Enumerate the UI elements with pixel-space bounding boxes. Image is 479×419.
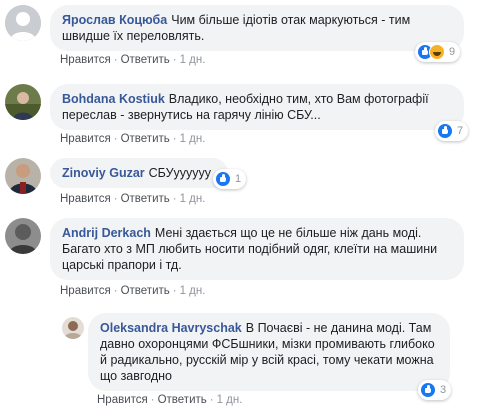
like-icon — [437, 123, 453, 139]
reaction-count: 3 — [440, 384, 447, 396]
comment-actions: Нравится · Ответить · 1 дн. — [60, 54, 206, 66]
avatar[interactable] — [5, 84, 41, 120]
reply-button[interactable]: Ответить — [121, 193, 170, 205]
comment-timestamp[interactable]: 1 дн. — [217, 394, 243, 406]
like-icon — [420, 382, 436, 398]
reaction-count: 9 — [449, 46, 456, 58]
comment-timestamp[interactable]: 1 дн. — [180, 193, 206, 205]
comment-bubble: Ярослав Коцюба Чим більше ідіотів отак ма… — [50, 5, 464, 51]
comment-timestamp[interactable]: 1 дн. — [180, 54, 206, 66]
comment-author[interactable]: Zinoviy Guzar — [62, 166, 145, 180]
like-button[interactable]: Нравится — [97, 394, 148, 406]
avatar[interactable] — [62, 317, 84, 339]
reply-button[interactable]: Ответить — [121, 133, 170, 145]
reaction-count: 1 — [235, 173, 242, 185]
reaction-summary[interactable]: 3 — [418, 380, 452, 400]
comment-timestamp[interactable]: 1 дн. — [180, 133, 206, 145]
like-button[interactable]: Нравится — [60, 133, 111, 145]
comment-bubble: Oleksandra Havryschak В Почаєві - не дани… — [88, 313, 450, 391]
reaction-summary[interactable]: 9 — [415, 42, 461, 62]
comment-author[interactable]: Ярослав Коцюба — [62, 13, 167, 27]
comment-actions: Нравится · Ответить · 1 дн. — [60, 193, 206, 205]
comment-bubble: Andrij Derkach Мені здається що це не біл… — [50, 218, 464, 280]
comment-text: СБУуууууу — [148, 166, 212, 180]
comment-author[interactable]: Oleksandra Havryschak — [100, 321, 242, 335]
avatar[interactable] — [5, 158, 41, 194]
comment-actions: Нравится · Ответить · 1 дн. — [97, 394, 243, 406]
comment-bubble: Bohdana Kostiuk Владико, необхідно тим, х… — [50, 84, 464, 130]
reaction-count: 7 — [457, 125, 464, 137]
reply-button[interactable]: Ответить — [158, 394, 207, 406]
avatar[interactable] — [5, 5, 41, 41]
comment-bubble: Zinoviy Guzar СБУуууууу — [50, 158, 228, 188]
comment-actions: Нравится · Ответить · 1 дн. — [60, 133, 206, 145]
reply-button[interactable]: Ответить — [121, 54, 170, 66]
comment-author[interactable]: Andrij Derkach — [62, 226, 151, 240]
reaction-summary[interactable]: 1 — [213, 169, 247, 189]
avatar[interactable] — [5, 218, 41, 254]
like-button[interactable]: Нравится — [60, 54, 111, 66]
like-button[interactable]: Нравится — [60, 285, 111, 297]
comment-actions: Нравится · Ответить · 1 дн. — [60, 285, 206, 297]
reaction-summary[interactable]: 7 — [435, 121, 469, 141]
comment-timestamp[interactable]: 1 дн. — [180, 285, 206, 297]
like-button[interactable]: Нравится — [60, 193, 111, 205]
reply-button[interactable]: Ответить — [121, 285, 170, 297]
like-icon — [215, 171, 231, 187]
comment-author[interactable]: Bohdana Kostiuk — [62, 92, 165, 106]
haha-icon — [429, 44, 445, 60]
